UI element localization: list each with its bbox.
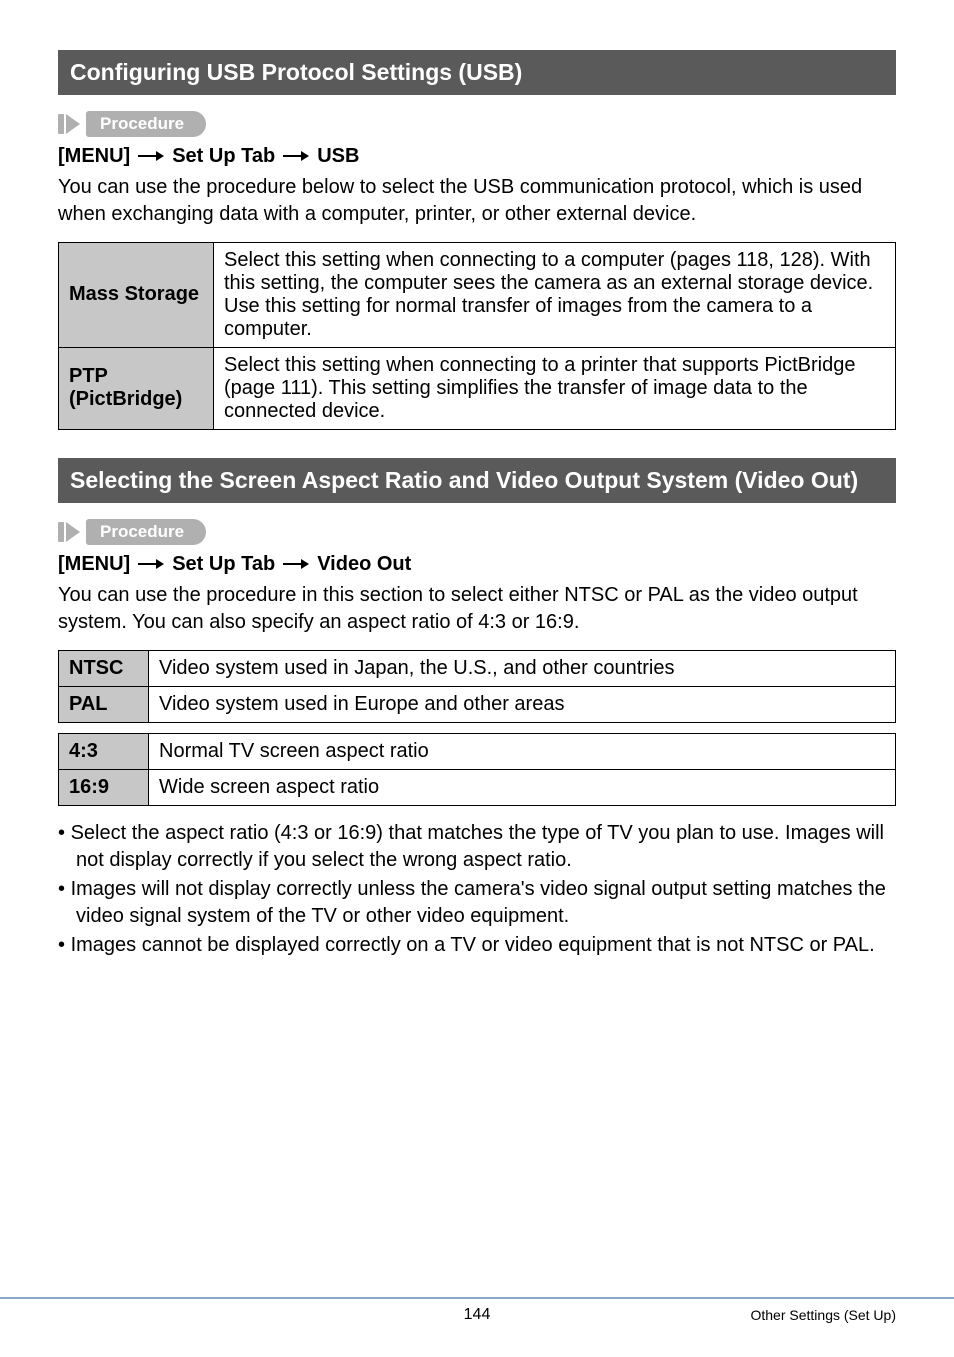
option-label: 4:3 xyxy=(59,733,149,769)
arrow-icon xyxy=(138,558,164,570)
menu-part: Set Up Tab xyxy=(172,553,275,576)
option-label: PTP (PictBridge) xyxy=(59,347,214,429)
table-row: PTP (PictBridge) Select this setting whe… xyxy=(59,347,896,429)
proc-bar-icon xyxy=(58,114,64,134)
option-label: NTSC xyxy=(59,650,149,686)
table-row: 4:3 Normal TV screen aspect ratio xyxy=(59,733,896,769)
page-footer: 144 Other Settings (Set Up) xyxy=(0,1297,954,1323)
option-desc: Wide screen aspect ratio xyxy=(149,769,896,805)
usb-options-table: Mass Storage Select this setting when co… xyxy=(58,242,896,430)
list-item: Select the aspect ratio (4:3 or 16:9) th… xyxy=(58,820,896,874)
intro-text-video: You can use the procedure in this sectio… xyxy=(58,582,896,636)
footer-section-title: Other Settings (Set Up) xyxy=(750,1307,896,1323)
option-desc: Select this setting when connecting to a… xyxy=(214,242,896,347)
menu-path-usb: [MENU] Set Up Tab USB xyxy=(58,145,896,168)
procedure-marker: Procedure xyxy=(58,519,896,545)
list-item: Images will not display correctly unless… xyxy=(58,876,896,930)
menu-path-video: [MENU] Set Up Tab Video Out xyxy=(58,553,896,576)
menu-part: USB xyxy=(317,145,359,168)
arrow-icon xyxy=(283,150,309,162)
option-label: 16:9 xyxy=(59,769,149,805)
menu-part: Set Up Tab xyxy=(172,145,275,168)
section-heading-usb: Configuring USB Protocol Settings (USB) xyxy=(58,50,896,95)
proc-arrow-icon xyxy=(66,522,80,542)
table-row: Mass Storage Select this setting when co… xyxy=(59,242,896,347)
table-row: PAL Video system used in Europe and othe… xyxy=(59,686,896,722)
video-system-table: NTSC Video system used in Japan, the U.S… xyxy=(58,650,896,723)
option-desc: Select this setting when connecting to a… xyxy=(214,347,896,429)
page-number: 144 xyxy=(464,1306,491,1324)
aspect-ratio-table: 4:3 Normal TV screen aspect ratio 16:9 W… xyxy=(58,733,896,806)
option-label: PAL xyxy=(59,686,149,722)
proc-bar-icon xyxy=(58,522,64,542)
list-item: Images cannot be displayed correctly on … xyxy=(58,932,896,959)
arrow-icon xyxy=(283,558,309,570)
table-row: NTSC Video system used in Japan, the U.S… xyxy=(59,650,896,686)
option-desc: Video system used in Japan, the U.S., an… xyxy=(149,650,896,686)
menu-part: [MENU] xyxy=(58,553,130,576)
procedure-label: Procedure xyxy=(86,519,206,545)
proc-arrow-icon xyxy=(66,114,80,134)
section-heading-video: Selecting the Screen Aspect Ratio and Vi… xyxy=(58,458,896,503)
option-desc: Video system used in Europe and other ar… xyxy=(149,686,896,722)
table-row: 16:9 Wide screen aspect ratio xyxy=(59,769,896,805)
intro-text-usb: You can use the procedure below to selec… xyxy=(58,174,896,228)
menu-part: [MENU] xyxy=(58,145,130,168)
arrow-icon xyxy=(138,150,164,162)
option-desc: Normal TV screen aspect ratio xyxy=(149,733,896,769)
procedure-marker: Procedure xyxy=(58,111,896,137)
procedure-label: Procedure xyxy=(86,111,206,137)
notes-list: Select the aspect ratio (4:3 or 16:9) th… xyxy=(58,820,896,959)
option-label: Mass Storage xyxy=(59,242,214,347)
menu-part: Video Out xyxy=(317,553,411,576)
